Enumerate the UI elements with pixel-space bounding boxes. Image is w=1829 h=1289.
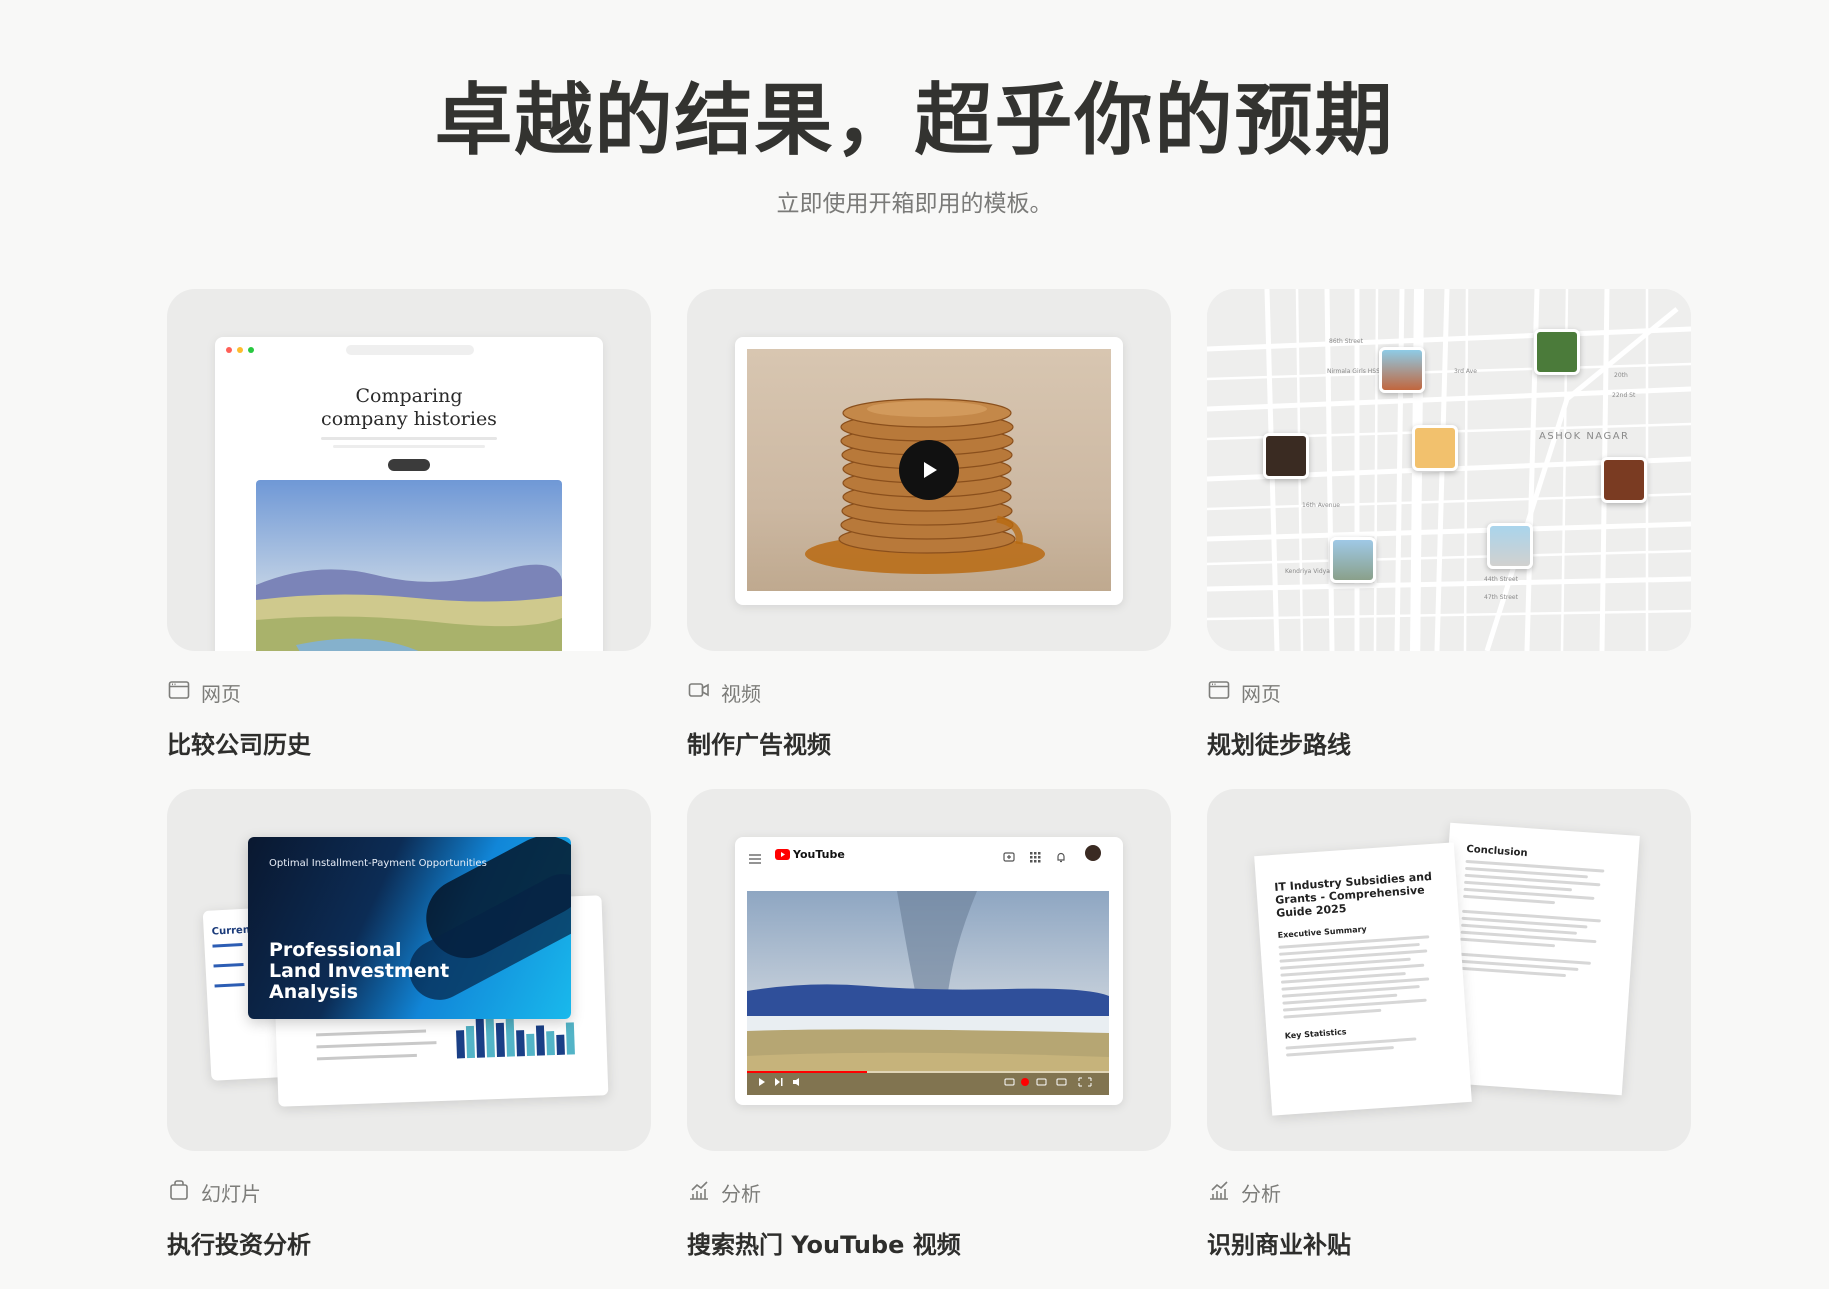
- template-category: 分析: [687, 1178, 1171, 1207]
- svg-text:ASHOK NAGAR: ASHOK NAGAR: [1539, 431, 1630, 442]
- template-card-investment-analysis[interactable]: Current Optimal Installment-Payment Oppo…: [167, 789, 651, 1289]
- street-map: 86th Street 3rd Ave ASHOK NAGAR 16th Ave…: [1207, 289, 1691, 651]
- template-title[interactable]: 执行投资分析: [167, 1225, 651, 1260]
- template-preview: Current Optimal Installment-Payment Oppo…: [167, 789, 651, 1151]
- template-preview: Comparing company histories: [167, 289, 651, 651]
- template-title[interactable]: 识别商业补贴: [1207, 1225, 1691, 1260]
- templates-page: 卓越的结果，超乎你的预期 立即使用开箱即用的模板。 Comparing comp…: [0, 0, 1829, 1259]
- template-preview: YouTube: [687, 789, 1171, 1151]
- category-label: 分析: [721, 1181, 761, 1206]
- svg-text:86th Street: 86th Street: [1329, 338, 1364, 345]
- map-pin-dish[interactable]: [1601, 457, 1647, 503]
- template-title[interactable]: 搜索热门 YouTube 视频: [687, 1225, 1171, 1260]
- youtube-logo: YouTube: [775, 848, 845, 861]
- svg-text:20th: 20th: [1614, 372, 1628, 379]
- template-card-ad-video[interactable]: 视频 制作广告视频: [687, 289, 1171, 789]
- svg-text:47th Street: 47th Street: [1484, 594, 1519, 601]
- category-label: 幻灯片: [201, 1181, 261, 1206]
- bell-icon: [1055, 848, 1067, 867]
- slide-title: Professional Land Investment Analysis: [269, 939, 450, 1003]
- video-camera-icon: [687, 678, 711, 707]
- browser-mockup: Comparing company histories: [215, 337, 603, 651]
- landscape-painting: [256, 480, 562, 651]
- analytics-icon: [687, 1178, 711, 1207]
- template-grid: Comparing company histories 网页 比较公司历史 视频…: [167, 289, 1691, 1289]
- category-label: 网页: [201, 681, 241, 706]
- hamburger-icon: [749, 849, 761, 868]
- play-button[interactable]: [899, 440, 959, 500]
- svg-text:3rd Ave: 3rd Ave: [1454, 368, 1477, 375]
- template-preview: 86th Street 3rd Ave ASHOK NAGAR 16th Ave…: [1207, 289, 1691, 651]
- browser-icon: [1207, 678, 1231, 707]
- template-category: 网页: [167, 678, 651, 707]
- window-dots: [226, 347, 254, 353]
- url-bar: [346, 345, 474, 355]
- category-label: 分析: [1241, 1181, 1281, 1206]
- category-label: 视频: [721, 681, 761, 706]
- preview-heading: Comparing company histories: [321, 385, 497, 430]
- template-category: 分析: [1207, 1178, 1691, 1207]
- apps-icon: [1029, 848, 1041, 867]
- template-category: 视频: [687, 678, 1171, 707]
- template-card-company-histories[interactable]: Comparing company histories 网页 比较公司历史: [167, 289, 651, 789]
- map-pin-salad[interactable]: [1534, 329, 1580, 375]
- slides-icon: [167, 1178, 191, 1207]
- preview-button: [388, 459, 430, 471]
- template-title[interactable]: 比较公司历史: [167, 725, 651, 760]
- play-icon: [924, 462, 937, 478]
- create-icon: [1003, 848, 1015, 867]
- template-card-hiking-route[interactable]: 86th Street 3rd Ave ASHOK NAGAR 16th Ave…: [1207, 289, 1691, 789]
- video-frame: [735, 337, 1123, 605]
- front-slide: Optimal Installment-Payment Opportunitie…: [248, 837, 571, 1019]
- browser-icon: [167, 678, 191, 707]
- svg-text:22nd St: 22nd St: [1612, 392, 1636, 399]
- analytics-icon: [1207, 1178, 1231, 1207]
- youtube-mockup: YouTube: [735, 837, 1123, 1105]
- map-pin-school[interactable]: [1330, 537, 1376, 583]
- template-category: 幻灯片: [167, 1178, 651, 1207]
- template-title[interactable]: 规划徒步路线: [1207, 725, 1691, 760]
- slide-kicker: Optimal Installment-Payment Opportunitie…: [269, 858, 487, 869]
- svg-text:44th Street: 44th Street: [1484, 576, 1519, 583]
- map-pin-building[interactable]: [1379, 347, 1425, 393]
- page-title: 卓越的结果，超乎你的预期: [434, 75, 1395, 166]
- template-card-trending-youtube[interactable]: YouTube 分析 搜索热门 YouTube 视频: [687, 789, 1171, 1289]
- template-preview: [687, 289, 1171, 651]
- page-subtitle: 立即使用开箱即用的模板。: [776, 191, 1053, 217]
- svg-text:16th Avenue: 16th Avenue: [1302, 502, 1340, 509]
- category-label: 网页: [1241, 681, 1281, 706]
- template-preview: Conclusion IT Industry Subsidies and Gra…: [1207, 789, 1691, 1151]
- svg-text:Nirmala Girls HSS: Nirmala Girls HSS: [1327, 368, 1380, 375]
- template-card-business-subsidies[interactable]: Conclusion IT Industry Subsidies and Gra…: [1207, 789, 1691, 1289]
- youtube-video-player[interactable]: [747, 891, 1109, 1095]
- report-page-front: IT Industry Subsidies and Grants - Compr…: [1254, 842, 1472, 1116]
- map-pin-food[interactable]: [1263, 433, 1309, 479]
- template-category: 网页: [1207, 678, 1691, 707]
- map-pin-tower[interactable]: [1487, 523, 1533, 569]
- map-pin-icecream[interactable]: [1412, 425, 1458, 471]
- avatar: [1085, 845, 1101, 861]
- template-title[interactable]: 制作广告视频: [687, 725, 1171, 760]
